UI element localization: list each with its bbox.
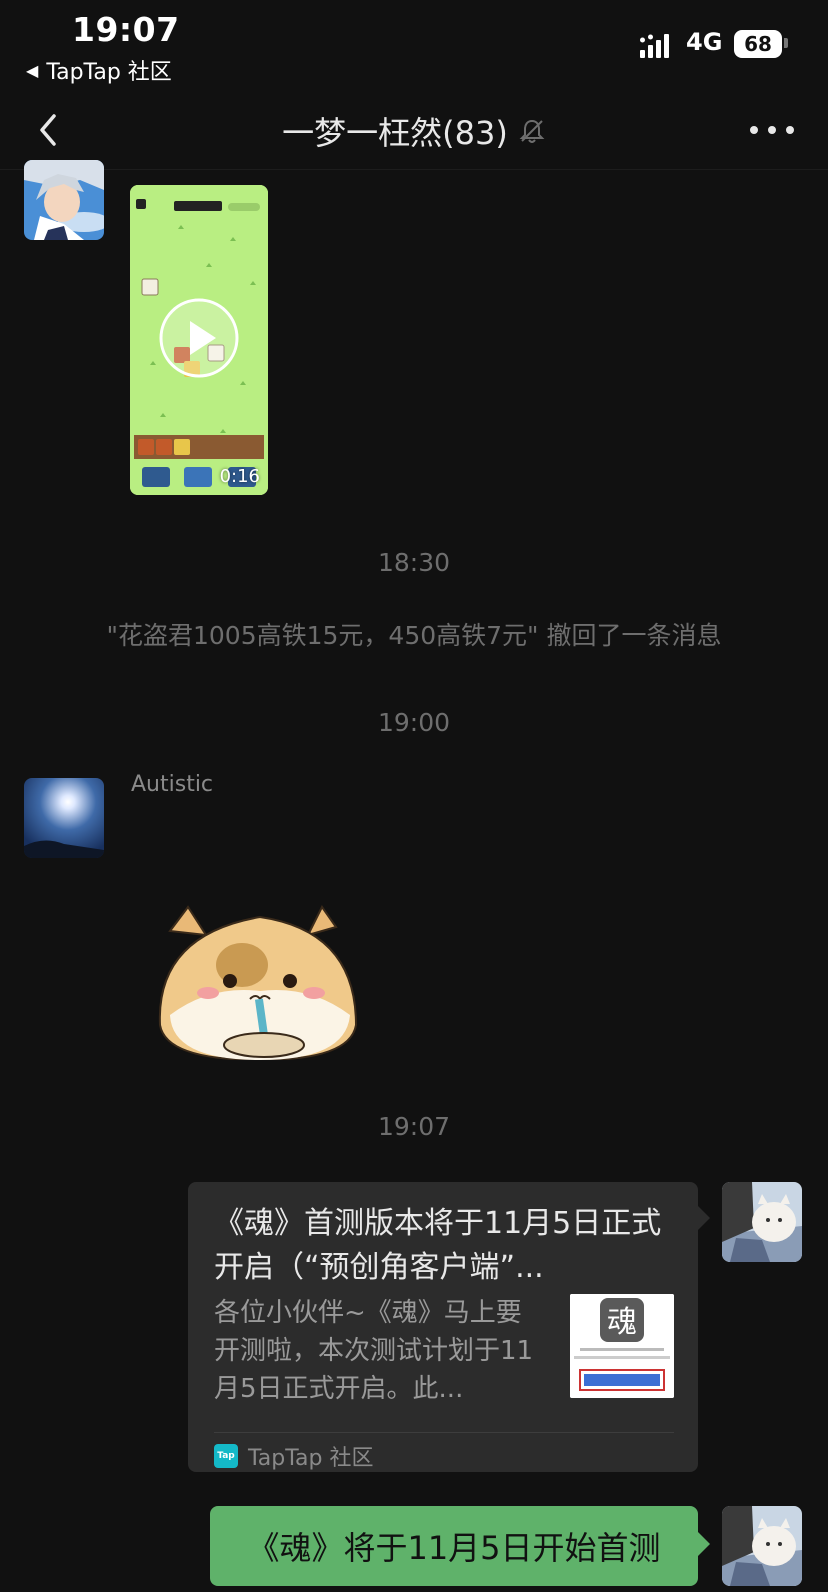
back-to-app-link[interactable]: ◀ TapTap 社区 [26,54,172,86]
link-card-thumbnail: 魂 [570,1294,674,1398]
avatar[interactable] [24,778,104,858]
link-card-description: 各位小伙伴~《魂》马上要开测啦，本次测试计划于11月5日正式开启。此... [214,1298,534,1404]
avatar-image [24,160,104,240]
video-thumbnail [130,185,268,495]
sent-text-message[interactable]: 《魂》将于11月5日开始首测 [210,1506,710,1586]
timestamp: 19:00 [377,708,451,737]
avatar-image [722,1506,802,1586]
bell-off-icon [519,119,545,143]
avatar[interactable] [24,160,104,240]
status-time: 19:07 [72,10,180,49]
hamster-sticker[interactable] [150,895,370,1060]
message-text: 《魂》将于11月5日开始首测 [247,1529,661,1567]
sticker-image [158,905,358,1060]
network-type: 4G [686,28,723,56]
timestamp: 19:07 [377,1112,451,1141]
game-logo-glyph: 魂 [607,1305,637,1340]
link-card-message[interactable]: 《魂》首测版本将于11月5日正式开启（“预创角客户端”... 各位小伙伴~《魂》… [188,1182,710,1472]
card-divider [214,1432,674,1433]
status-bar: 19:07 ◀ TapTap 社区 4G 68 [0,0,828,92]
recall-notice: "花盗君1005高铁15元，450高铁7元" 撤回了一条消息 [106,621,722,650]
signal-icon [640,34,669,58]
avatar-image [24,778,104,858]
chat-title: 一梦一枉然(83) [0,108,828,154]
avatar-self[interactable] [722,1506,802,1586]
bubble-tail [698,1532,710,1556]
bubble-tail [698,1206,710,1230]
source-label: TapTap 社区 [248,1446,374,1471]
back-app-label: TapTap 社区 [46,60,172,85]
battery-icon: 68 [734,30,782,58]
battery-nub [784,38,788,48]
game-logo-image: 魂 [570,1294,674,1398]
ellipsis-icon[interactable] [746,116,798,144]
group-name: 一梦一枉然(83) [282,114,508,152]
video-message[interactable]: 0:16 [130,185,268,495]
avatar-image [722,1182,802,1262]
link-card-source: Tap TapTap 社区 [214,1440,373,1472]
video-duration: 0:16 [219,466,260,487]
taptap-icon: Tap [214,1444,238,1468]
link-card-title: 《魂》首测版本将于11月5日正式开启（“预创角客户端”... [214,1206,662,1285]
sender-name: Autistic [131,772,214,797]
chat-nav-bar: 一梦一枉然(83) [0,92,828,170]
back-triangle-icon: ◀ [26,60,39,80]
avatar-self[interactable] [722,1182,802,1262]
timestamp: 18:30 [377,548,451,577]
